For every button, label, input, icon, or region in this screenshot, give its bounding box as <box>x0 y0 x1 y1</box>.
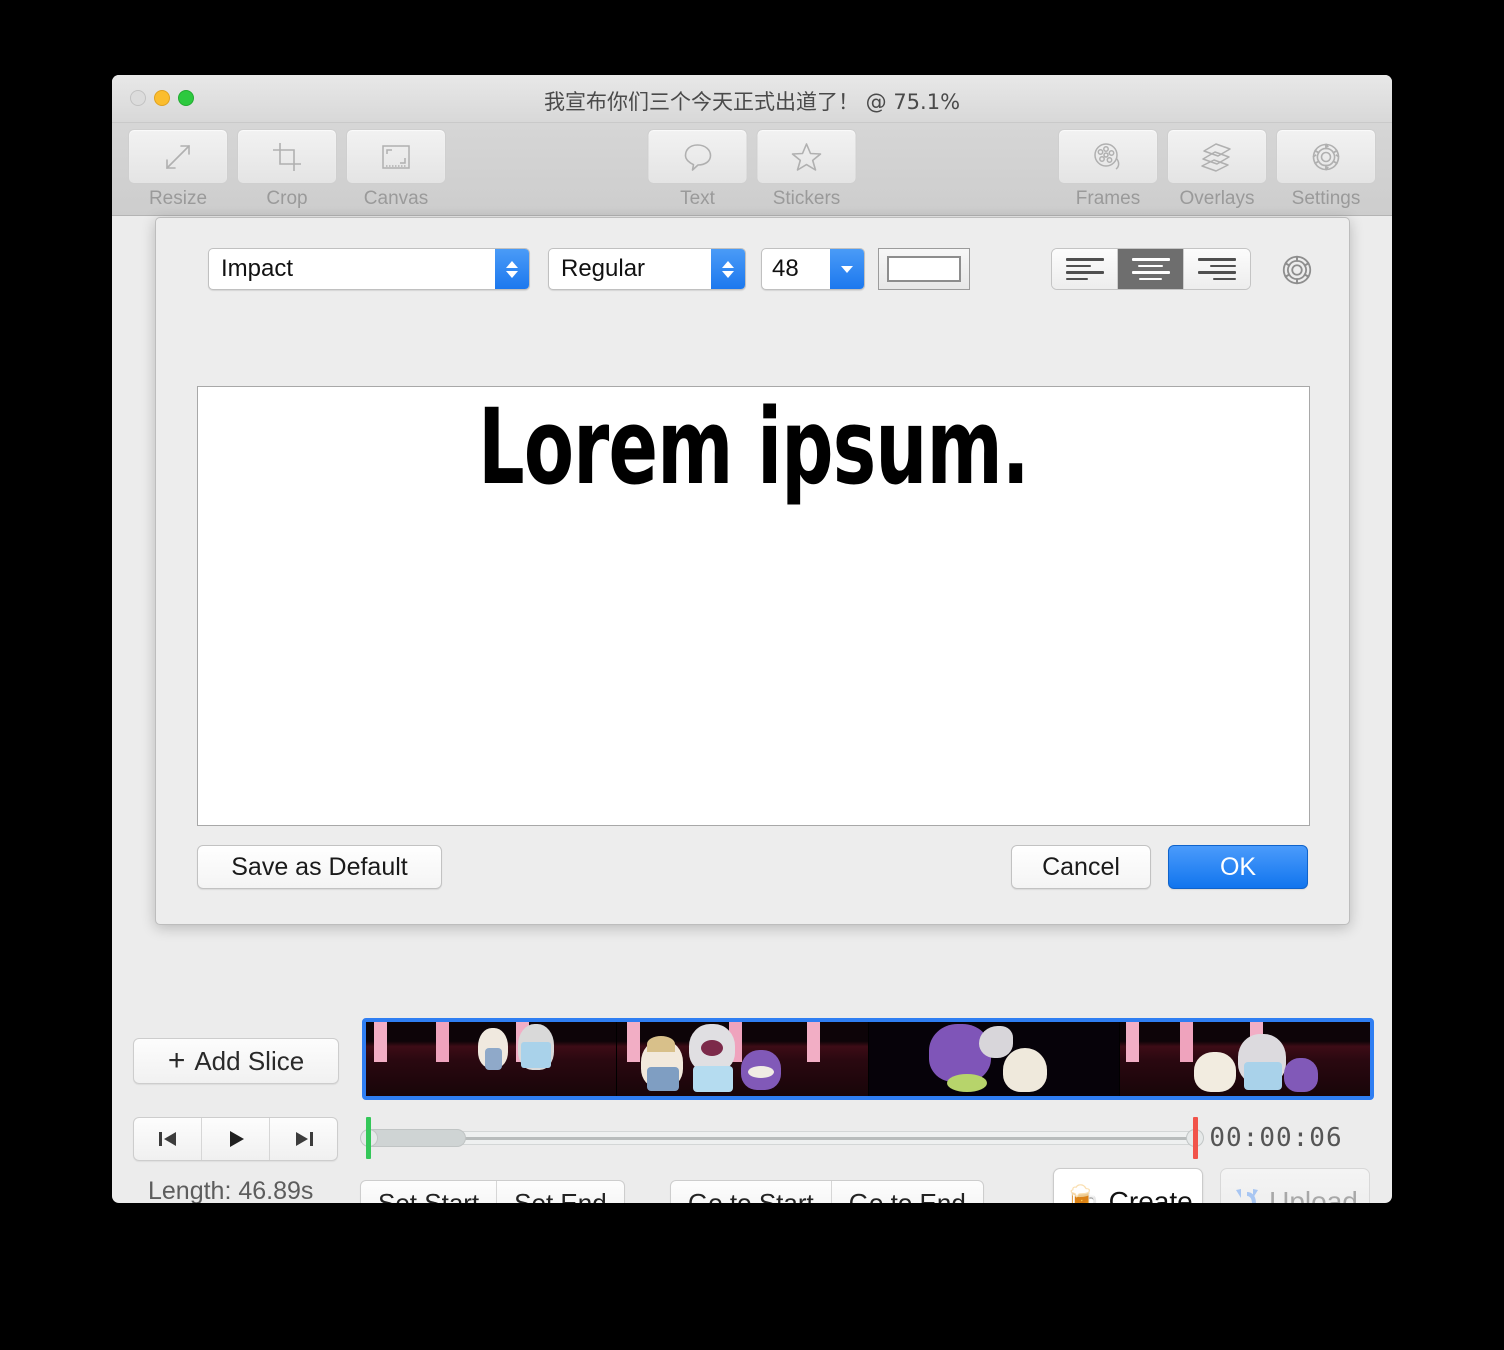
text-button[interactable] <box>647 129 748 184</box>
settings-button[interactable] <box>1276 129 1376 184</box>
toolbar-label: Frames <box>1075 188 1141 209</box>
crop-button[interactable] <box>237 129 337 184</box>
crop-icon <box>273 142 301 171</box>
text-dialog: Impact Regular 48 Lorem ipsum. Save as D… <box>155 217 1350 925</box>
text-settings-gear-button[interactable] <box>1279 252 1315 288</box>
text-preview-content: Lorem ipsum. <box>478 386 1029 508</box>
stickers-button[interactable] <box>756 129 857 184</box>
main-toolbar: Resize Crop Canvas Text Stickers Frames … <box>112 123 1392 216</box>
go-to-start-button[interactable]: Go to Start <box>671 1181 832 1203</box>
go-to-end-button[interactable]: Go to End <box>832 1181 983 1204</box>
skip-back-icon <box>158 1132 176 1146</box>
editor-bottom-bar: + Add Slice Length: 46.89s 00:00:06 Set … <box>112 925 1392 1203</box>
set-end-button[interactable]: Set End <box>497 1181 624 1204</box>
toolbar-item-overlays[interactable]: Overlays <box>1166 129 1268 210</box>
toolbar-label: Canvas <box>363 188 429 209</box>
gfycat-logo-icon <box>1236 1189 1259 1203</box>
toolbar-label: Overlays <box>1179 188 1255 209</box>
color-swatch-fill <box>887 256 961 282</box>
align-left-button[interactable] <box>1052 249 1118 289</box>
filmstrip-frame[interactable] <box>366 1022 618 1096</box>
add-slice-button[interactable]: + Add Slice <box>133 1038 339 1084</box>
screen: 我宣布你们三个今天正式出道了！ @ 75.1% Resize Crop Canv… <box>0 0 1504 1350</box>
toolbar-center-group: Text Stickers <box>647 129 858 210</box>
font-style-select[interactable]: Regular <box>548 248 746 290</box>
toolbar-label: Crop <box>266 188 308 209</box>
resize-button[interactable] <box>128 129 228 184</box>
toolbar-item-crop[interactable]: Crop <box>236 129 338 210</box>
text-preview-canvas[interactable]: Lorem ipsum. <box>197 386 1310 826</box>
play-button[interactable] <box>202 1118 270 1160</box>
filmstrip-frame[interactable] <box>617 1022 869 1096</box>
toolbar-left-group: Resize Crop Canvas <box>127 129 447 210</box>
create-label: Create <box>1108 1186 1193 1203</box>
frames-button[interactable] <box>1058 129 1158 184</box>
goto-button-group: Go to Start Go to End <box>670 1180 984 1203</box>
toolbar-item-settings[interactable]: Settings <box>1275 129 1377 210</box>
go-to-next-button[interactable] <box>270 1118 337 1160</box>
filmstrip-frame[interactable] <box>1119 1022 1370 1096</box>
chevron-down-icon[interactable] <box>830 249 864 289</box>
font-family-value: Impact <box>221 255 294 282</box>
resize-arrows-icon <box>166 144 190 169</box>
app-window: 我宣布你们三个今天正式出道了！ @ 75.1% Resize Crop Canv… <box>112 75 1392 1203</box>
toolbar-label: Settings <box>1291 188 1361 209</box>
skip-forward-icon <box>295 1132 313 1146</box>
add-slice-label: Add Slice <box>194 1045 305 1076</box>
toolbar-item-frames[interactable]: Frames <box>1057 129 1159 210</box>
timecode-display: 00:00:06 <box>1209 1123 1343 1153</box>
toolbar-item-canvas[interactable]: Canvas <box>345 129 447 210</box>
go-to-previous-button[interactable] <box>134 1118 202 1160</box>
canvas-button[interactable] <box>346 129 446 184</box>
set-range-button-group: Set Start Set End <box>360 1180 625 1203</box>
layers-icon <box>1201 142 1231 172</box>
font-family-select[interactable]: Impact <box>208 248 530 290</box>
canvas-icon <box>382 144 410 169</box>
window-title: 我宣布你们三个今天正式出道了！ @ 75.1% <box>543 90 961 114</box>
align-center-button[interactable] <box>1118 249 1184 289</box>
clip-length-label: Length: 46.89s <box>148 1177 314 1203</box>
text-alignment-group <box>1051 248 1251 290</box>
toolbar-label: Resize <box>148 188 208 209</box>
start-marker[interactable] <box>366 1117 371 1159</box>
toolbar-item-text[interactable]: Text <box>647 129 749 210</box>
align-right-button[interactable] <box>1184 249 1250 289</box>
window-titlebar: 我宣布你们三个今天正式出道了！ @ 75.1% <box>112 75 1392 123</box>
text-color-swatch[interactable] <box>878 248 970 290</box>
font-size-select[interactable]: 48 <box>761 248 865 290</box>
slider-track-line <box>362 1137 1202 1140</box>
stepper-arrows-icon[interactable] <box>495 249 529 289</box>
font-style-value: Regular <box>561 255 646 282</box>
toolbar-label: Stickers <box>772 188 841 209</box>
upload-label: Upload <box>1269 1186 1358 1203</box>
playback-controls <box>133 1117 338 1161</box>
plus-icon: + <box>167 1044 186 1077</box>
star-icon <box>791 142 822 171</box>
filmstrip-frame[interactable] <box>868 1022 1120 1096</box>
font-size-value: 48 <box>772 255 799 282</box>
font-controls-row: Impact Regular 48 <box>156 248 1349 292</box>
create-button[interactable]: 🍺 Create <box>1053 1168 1203 1203</box>
stepper-arrows-icon[interactable] <box>711 249 745 289</box>
film-reel-icon <box>1094 142 1120 170</box>
cancel-button[interactable]: Cancel <box>1011 845 1151 889</box>
play-icon <box>229 1131 244 1147</box>
toolbar-item-stickers[interactable]: Stickers <box>756 129 858 210</box>
filmstrip-timeline[interactable] <box>362 1018 1374 1100</box>
gear-icon <box>1312 143 1340 170</box>
speech-bubble-icon <box>684 143 712 171</box>
text-settings-gear-icon <box>1282 255 1312 285</box>
toolbar-item-resize[interactable]: Resize <box>127 129 229 210</box>
upload-button[interactable]: Upload <box>1220 1168 1370 1203</box>
set-start-button[interactable]: Set Start <box>361 1181 498 1203</box>
save-as-default-button[interactable]: Save as Default <box>197 845 442 889</box>
overlays-button[interactable] <box>1167 129 1267 184</box>
ok-button[interactable]: OK <box>1168 845 1308 889</box>
beer-mug-icon: 🍺 <box>1063 1185 1101 1204</box>
toolbar-right-group: Frames Overlays Settings <box>1057 129 1377 210</box>
timeline-slider[interactable] <box>360 1115 1204 1161</box>
toolbar-label: Text <box>680 188 715 209</box>
